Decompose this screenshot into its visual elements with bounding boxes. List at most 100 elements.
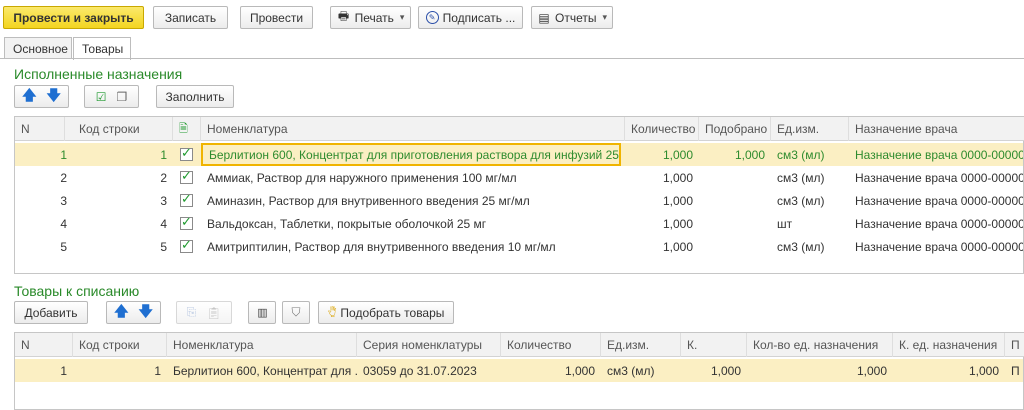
filter-button[interactable]: ⛉ <box>282 301 310 324</box>
cell-unit: шт <box>777 216 793 231</box>
cell-code: 1 <box>154 363 161 378</box>
cell-n: 4 <box>60 216 67 231</box>
pick-goods-icon: 🖐︎ <box>327 305 337 319</box>
col-quantity[interactable]: Количество <box>625 117 699 141</box>
pick-goods-label: Подобрать товары <box>340 305 445 320</box>
cell-nomenclature[interactable]: Амитриптилин, Раствор для внутривенного … <box>201 235 621 258</box>
col-n[interactable]: N <box>15 117 65 141</box>
cell-n: 1 <box>60 147 67 162</box>
table-row[interactable]: 5 5 Амитриптилин, Раствор для внутривенн… <box>15 235 1023 258</box>
col-p[interactable]: П <box>1005 333 1024 357</box>
section-title-writeoff: Товары к списанию <box>14 283 140 299</box>
row-checkbox[interactable] <box>173 235 201 258</box>
cell-series[interactable]: 03059 до 31.07.2023 <box>357 359 501 382</box>
col-code[interactable]: Код строки <box>73 117 173 141</box>
cell-quantity: 1,000 <box>662 193 693 208</box>
col-nomenclature[interactable]: Номенклатура <box>167 333 357 357</box>
col-unit[interactable]: Ед.изм. <box>771 117 849 141</box>
cell-quantity: 1,000 <box>662 170 693 185</box>
cell-k: 1,000 <box>710 363 741 378</box>
reports-button[interactable]: ▤ Отчеты <box>531 6 613 29</box>
cell-picked <box>699 235 771 258</box>
copy-icon[interactable]: ⎘ <box>187 305 197 320</box>
cell-qty-assign: 1,000 <box>856 363 887 378</box>
col-unit[interactable]: Ед.изм. <box>601 333 681 357</box>
col-nomenclature[interactable]: Номенклатура <box>201 117 625 141</box>
cell-assignment: Назначение врача 0000-000002 от <box>855 170 1023 185</box>
cell-nomenclature[interactable]: Аммиак, Раствор для наружного применения… <box>201 166 621 189</box>
add-button[interactable]: Добавить <box>14 301 88 324</box>
col-k[interactable]: К. <box>681 333 747 357</box>
post-button[interactable]: Провести <box>240 6 313 29</box>
fill-button[interactable]: Заполнить <box>156 85 234 108</box>
cell-unit: см3 (мл) <box>777 193 825 208</box>
cell-assignment: Назначение врача 0000-000003 от <box>855 216 1023 231</box>
copy-paste-group: ⎘ 📋︎ <box>176 301 232 324</box>
cell-nomenclature[interactable]: Вальдоксан, Таблетки, покрытые оболочкой… <box>201 212 621 235</box>
barcode-button[interactable]: ▥ <box>248 301 276 324</box>
table-header: N Код строки Номенклатура Серия номенкла… <box>15 333 1024 357</box>
cell-code: 1 <box>160 147 167 162</box>
cell-unit[interactable]: см3 (мл) <box>601 359 681 382</box>
pick-goods-button[interactable]: 🖐︎ Подобрать товары <box>318 301 454 324</box>
cell-quantity[interactable]: 1,000 <box>501 359 601 382</box>
cell-quantity: 1,000 <box>662 216 693 231</box>
writeoff-table: N Код строки Номенклатура Серия номенкла… <box>14 332 1024 410</box>
cell-nomenclature[interactable]: Аминазин, Раствор для внутривенного введ… <box>201 189 621 212</box>
cell-assignment: Назначение врача 0000-000003 от <box>855 193 1023 208</box>
save-button[interactable]: Записать <box>153 6 228 29</box>
col-check[interactable]: 🗎 <box>173 117 201 141</box>
command-bar: Провести и закрыть Записать Провести 🖶 П… <box>0 0 1024 36</box>
arrow-up-icon[interactable]: 🡅 <box>114 301 128 325</box>
cell-n: 1 <box>60 363 67 378</box>
cell-nomenclature[interactable]: Берлитион 600, Концентрат для приготовле… <box>201 143 621 166</box>
tab-main[interactable]: Основное <box>4 37 72 59</box>
col-series[interactable]: Серия номенклатуры <box>357 333 501 357</box>
cell-assignment: Назначение врача 0000-000004 от <box>855 239 1023 254</box>
col-qty-assign-unit[interactable]: Кол-во ед. назначения <box>747 333 893 357</box>
col-picked[interactable]: Подобрано <box>699 117 771 141</box>
printer-icon: 🖶 <box>337 9 350 23</box>
reports-label: Отчеты <box>554 10 597 25</box>
table-row[interactable]: 4 4 Вальдоксан, Таблетки, покрытые оболо… <box>15 212 1023 235</box>
print-button[interactable]: 🖶 Печать <box>330 6 411 29</box>
cell-picked <box>699 212 771 235</box>
col-quantity[interactable]: Количество <box>501 333 601 357</box>
table-row[interactable]: 1 1 Берлитион 600, Концентрат для ... 03… <box>15 359 1023 382</box>
row-checkbox[interactable] <box>173 189 201 212</box>
cell-n: 3 <box>60 193 67 208</box>
table-row[interactable]: 3 3 Аминазин, Раствор для внутривенного … <box>15 189 1023 212</box>
post-and-close-button[interactable]: Провести и закрыть <box>3 6 144 29</box>
move-buttons-group: 🡅 🡇 <box>14 85 69 108</box>
row-checkbox[interactable] <box>173 166 201 189</box>
sign-button[interactable]: ✎ Подписать ... <box>418 6 523 29</box>
cell-k-assign: 1,000 <box>968 363 999 378</box>
row-checkbox[interactable] <box>173 143 201 166</box>
arrow-down-icon[interactable]: 🡇 <box>47 85 61 109</box>
check-buttons-group: ☑ ❐ <box>84 85 139 108</box>
executed-table: N Код строки 🗎 Номенклатура Количество П… <box>14 116 1024 274</box>
cell-quantity: 1,000 <box>662 147 693 162</box>
tab-divider <box>0 58 1024 59</box>
barcode-icon: ▥ <box>257 307 267 319</box>
tab-goods[interactable]: Товары <box>73 37 131 60</box>
check-all-icon[interactable]: ☑ <box>96 90 107 104</box>
cell-nomenclature[interactable]: Берлитион 600, Концентрат для ... <box>167 359 357 382</box>
cell-code: 5 <box>160 239 167 254</box>
table-row[interactable]: 1 1 Берлитион 600, Концентрат для пригот… <box>15 143 1023 166</box>
col-k-assign-unit[interactable]: К. ед. назначения <box>893 333 1005 357</box>
arrow-down-icon[interactable]: 🡇 <box>139 301 153 325</box>
row-checkbox[interactable] <box>173 212 201 235</box>
sign-label: Подписать ... <box>442 10 516 25</box>
col-doctor-assignment[interactable]: Назначение врача <box>849 117 1024 141</box>
col-code[interactable]: Код строки <box>73 333 167 357</box>
cell-picked: 1,000 <box>734 147 765 162</box>
cell-n: 2 <box>60 170 67 185</box>
col-n[interactable]: N <box>15 333 73 357</box>
uncheck-all-icon[interactable]: ❐ <box>117 90 128 104</box>
paste-icon[interactable]: 📋︎ <box>206 306 221 320</box>
arrow-up-icon[interactable]: 🡅 <box>22 85 36 109</box>
table-row[interactable]: 2 2 Аммиак, Раствор для наружного примен… <box>15 166 1023 189</box>
cell-unit: см3 (мл) <box>777 239 825 254</box>
cell-assignment: Назначение врача 0000-000001 от <box>855 147 1023 162</box>
